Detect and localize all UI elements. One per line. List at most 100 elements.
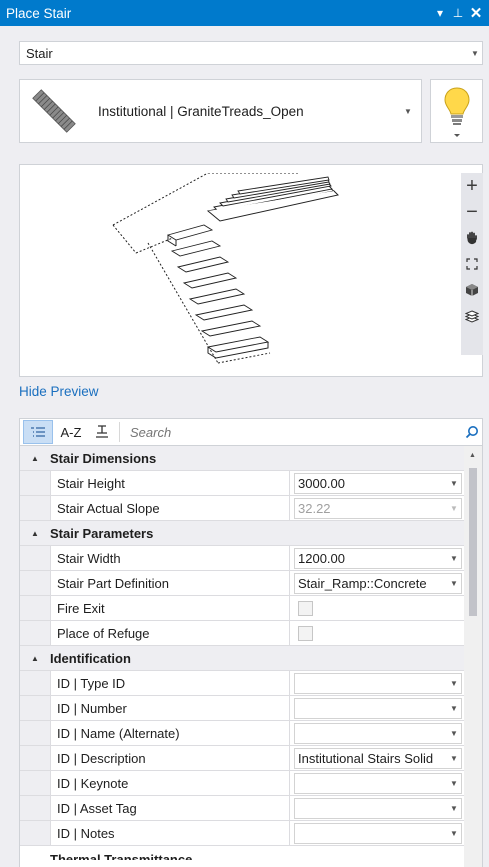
chevron-down-icon[interactable]: ▼ [447, 479, 461, 488]
family-combo[interactable]: Stair ▼ [19, 41, 483, 65]
property-name: Stair Part Definition [50, 571, 289, 595]
property-value-cell: ▼ [289, 771, 466, 795]
row-gutter [20, 696, 50, 720]
property-search-input[interactable] [128, 423, 462, 441]
property-row: Stair Part Definition Stair_Ramp::Concret… [20, 571, 466, 596]
property-row: Fire Exit [20, 596, 466, 621]
chevron-down-icon[interactable]: ▼ [447, 779, 461, 788]
preview-toolbar: + − [461, 173, 483, 355]
property-name: ID | Asset Tag [50, 796, 289, 820]
hide-preview-link[interactable]: Hide Preview [19, 384, 99, 399]
chevron-down-icon[interactable]: ▼ [447, 679, 461, 688]
zoom-out-icon[interactable]: − [461, 199, 483, 225]
type-combo-value: Institutional | GraniteTreads_Open [98, 103, 304, 119]
panel-title: Place Stair [6, 5, 72, 21]
family-combo-value: Stair [26, 45, 53, 61]
collapse-icon[interactable]: ▲ [20, 454, 50, 463]
property-value-cell: Institutional Stairs Solid ▼ [289, 746, 466, 770]
property-value-combo: 32.22 ▼ [294, 497, 462, 519]
property-value-cell: ▼ [289, 796, 466, 820]
property-row: ID | Number ▼ [20, 696, 466, 721]
property-value-cell: ▼ [289, 821, 466, 845]
properties-toolbar: A-Z [19, 418, 483, 446]
category-header[interactable]: ▲ Stair Parameters [20, 521, 466, 546]
property-name: Place of Refuge [50, 621, 289, 645]
pin-icon[interactable]: ⊥ [449, 6, 467, 20]
chevron-down-icon[interactable]: ▼ [447, 704, 461, 713]
collapse-icon[interactable]: ▲ [20, 654, 50, 663]
row-gutter [20, 471, 50, 495]
property-value-combo[interactable]: ▼ [294, 672, 462, 694]
property-row: Stair Actual Slope 32.22 ▼ [20, 496, 466, 521]
property-name: ID | Number [50, 696, 289, 720]
property-row: Stair Height 3000.00 ▼ [20, 471, 466, 496]
view-cube-icon[interactable] [461, 277, 483, 303]
property-checkbox[interactable] [298, 625, 313, 641]
property-value: 3000.00 [298, 475, 345, 491]
search-icon[interactable] [461, 425, 482, 439]
property-value: 1200.00 [298, 550, 345, 566]
row-gutter [20, 771, 50, 795]
property-filter-button[interactable] [89, 420, 115, 444]
property-value-combo[interactable]: ▼ [294, 722, 462, 744]
scroll-up-icon[interactable]: ▲ [469, 452, 476, 459]
row-gutter [20, 571, 50, 595]
zoom-in-icon[interactable]: + [461, 173, 483, 199]
category-title: Stair Parameters [50, 525, 154, 541]
property-name: ID | Notes [50, 821, 289, 845]
property-checkbox[interactable] [298, 600, 313, 616]
scroll-thumb[interactable] [469, 468, 477, 616]
row-gutter [20, 721, 50, 745]
property-search[interactable] [119, 422, 482, 442]
property-row: ID | Keynote ▼ [20, 771, 466, 796]
panel-titlebar: Place Stair ▾ ⊥ ✕ [0, 0, 489, 26]
chevron-down-icon[interactable]: ▼ [447, 829, 461, 838]
layers-icon[interactable] [461, 303, 483, 329]
chevron-down-icon[interactable]: ▼ [447, 804, 461, 813]
row-gutter [20, 596, 50, 620]
close-icon[interactable]: ✕ [467, 4, 485, 22]
property-value-cell: ▼ [289, 721, 466, 745]
collapse-icon[interactable]: ▲ [20, 529, 50, 538]
category-header-partial[interactable]: Thermal Transmittance [20, 846, 466, 860]
property-name: Fire Exit [50, 596, 289, 620]
property-value-combo[interactable]: Stair_Ramp::Concrete ▼ [294, 572, 462, 594]
row-gutter [20, 746, 50, 770]
panel-options-icon[interactable]: ▾ [431, 6, 449, 20]
property-value-combo[interactable]: ▼ [294, 797, 462, 819]
property-value-cell: Stair_Ramp::Concrete ▼ [289, 571, 466, 595]
fit-view-icon[interactable] [461, 251, 483, 277]
alphabetical-view-button[interactable]: A-Z [56, 420, 86, 444]
property-row: ID | Description Institutional Stairs Sol… [20, 746, 466, 771]
property-value-combo[interactable]: Institutional Stairs Solid ▼ [294, 747, 462, 769]
chevron-down-icon[interactable]: ▼ [401, 107, 415, 116]
vertical-scrollbar[interactable]: ▲ [464, 446, 482, 867]
lightbulb-button[interactable] [430, 79, 483, 143]
chevron-down-icon[interactable]: ▼ [447, 754, 461, 763]
property-row: Place of Refuge [20, 621, 466, 646]
property-value-combo[interactable]: ▼ [294, 772, 462, 794]
property-name: ID | Name (Alternate) [50, 721, 289, 745]
chevron-down-icon[interactable]: ▼ [468, 49, 482, 58]
property-value-combo[interactable]: ▼ [294, 697, 462, 719]
property-name: ID | Description [50, 746, 289, 770]
categorized-view-button[interactable] [23, 420, 53, 444]
stair-thumbnail-icon [32, 89, 76, 133]
row-gutter [20, 496, 50, 520]
category-header[interactable]: ▲ Stair Dimensions [20, 446, 466, 471]
type-combo[interactable]: Institutional | GraniteTreads_Open ▼ [19, 79, 422, 143]
property-value-combo[interactable]: 1200.00 ▼ [294, 547, 462, 569]
stair-preview-canvas[interactable] [28, 173, 451, 373]
property-value-cell: ▼ [289, 696, 466, 720]
property-name: ID | Keynote [50, 771, 289, 795]
category-title: Identification [50, 650, 131, 666]
pan-hand-icon[interactable] [461, 225, 483, 251]
row-gutter [20, 621, 50, 645]
chevron-down-icon[interactable]: ▼ [447, 729, 461, 738]
category-header[interactable]: ▲ Identification [20, 646, 466, 671]
property-value-combo[interactable]: ▼ [294, 822, 462, 844]
chevron-down-icon[interactable]: ▼ [447, 554, 461, 563]
row-gutter [20, 821, 50, 845]
property-value-combo[interactable]: 3000.00 ▼ [294, 472, 462, 494]
chevron-down-icon[interactable]: ▼ [447, 579, 461, 588]
